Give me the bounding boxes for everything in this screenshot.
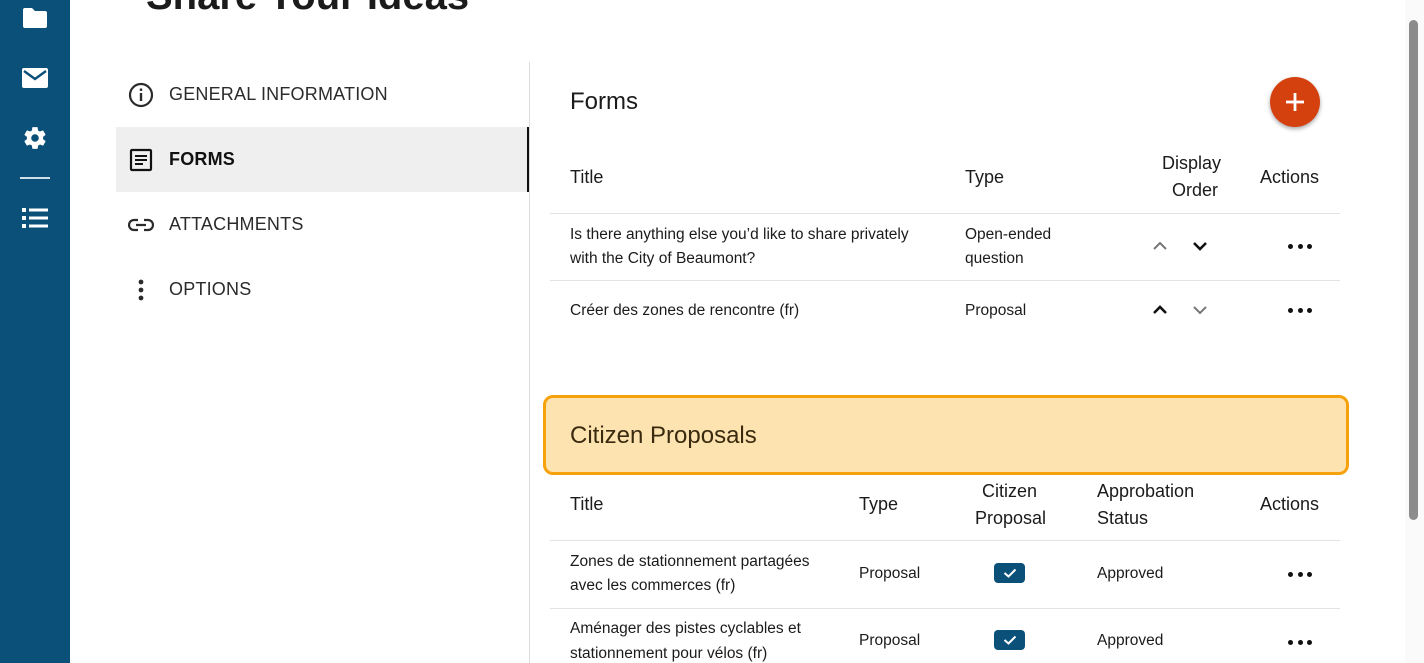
scrollbar-thumb[interactable]	[1409, 20, 1418, 520]
cp-col-status-2: Status	[1097, 508, 1149, 528]
forms-col-type: Type	[965, 167, 1005, 187]
cp-row-title-line2: stationnement pour vélos (fr)	[570, 645, 768, 662]
page-title: Share Your Ideas	[146, 0, 469, 19]
cp-row-title-line1: Aménager des pistes cyclables et	[570, 620, 801, 637]
row-actions-button[interactable]	[1288, 305, 1312, 315]
form-row-title-line1: Créer des zones de rencontre (fr)	[570, 302, 800, 319]
cp-col-status-1: Approbation	[1097, 481, 1195, 501]
chevron-down-icon	[1193, 242, 1207, 251]
menu-item-forms[interactable]: FORMS	[116, 127, 530, 192]
add-form-button[interactable]	[1270, 77, 1320, 127]
cp-row-title-line2: avec les commerces (fr)	[570, 577, 736, 594]
menu-item-general-information[interactable]: GENERAL INFORMATION	[116, 62, 530, 127]
citizen-proposals-title: Citizen Proposals	[570, 422, 757, 449]
cp-row-type: Proposal	[859, 632, 921, 649]
forms-header-divider	[550, 213, 1340, 214]
cp-row-title-line1: Zones de stationnement partagées	[570, 553, 810, 570]
cp-col-actions: Actions	[1260, 494, 1320, 514]
forms-col-order-1: Display	[1162, 153, 1222, 173]
cp-row-type: Proposal	[859, 565, 921, 582]
panel-divider	[529, 62, 530, 663]
chevron-up-icon	[1153, 305, 1167, 314]
forms-col-order-2: Order	[1172, 180, 1219, 200]
check-icon	[1003, 568, 1016, 578]
cp-row-status: Approved	[1097, 632, 1164, 649]
move-down-button[interactable]	[1191, 237, 1209, 255]
nav-rail	[0, 0, 70, 663]
form-row-type-line1: Proposal	[965, 302, 1027, 319]
chevron-down-icon	[1193, 306, 1207, 315]
info-icon	[128, 82, 154, 108]
menu-item-options[interactable]: OPTIONS	[116, 257, 530, 322]
forms-col-actions: Actions	[1260, 167, 1320, 187]
cp-header-divider	[550, 540, 1340, 541]
citizen-proposals-header: Citizen Proposals	[543, 395, 1349, 475]
menu-item-label: OPTIONS	[169, 279, 252, 299]
cp-col-citizen-1: Citizen	[982, 481, 1038, 501]
folder-icon[interactable]	[21, 4, 49, 32]
cp-col-title: Title	[570, 494, 604, 514]
citizen-proposal-checkbox[interactable]	[994, 630, 1025, 650]
forms-col-title: Title	[570, 167, 604, 187]
move-up-button[interactable]	[1151, 301, 1169, 319]
form-icon	[128, 147, 154, 173]
mail-icon[interactable]	[21, 64, 49, 92]
more-vertical-icon	[128, 277, 154, 303]
menu-item-label: ATTACHMENTS	[169, 214, 304, 234]
link-icon	[128, 212, 154, 238]
chevron-up-icon	[1153, 241, 1167, 250]
menu-item-label: GENERAL INFORMATION	[169, 84, 388, 104]
form-row-type-line2: question	[965, 250, 1024, 267]
rail-divider	[20, 177, 50, 179]
row-actions-button[interactable]	[1288, 637, 1312, 647]
list-icon[interactable]	[21, 204, 49, 232]
cp-col-type: Type	[859, 494, 899, 514]
form-row-title-line1: Is there anything else you’d like to sha…	[570, 226, 909, 243]
row-actions-button[interactable]	[1288, 569, 1312, 579]
move-up-button[interactable]	[1151, 237, 1169, 255]
menu-item-label: FORMS	[169, 149, 235, 169]
side-menu: GENERAL INFORMATION FORMS ATTACHMENTS OP…	[116, 62, 530, 322]
row-divider	[550, 280, 1340, 281]
cp-row-status: Approved	[1097, 565, 1164, 582]
plus-icon	[1286, 93, 1304, 111]
form-row-title-line2: with the City of Beaumont?	[570, 250, 756, 267]
row-divider	[550, 608, 1340, 609]
forms-title: Forms	[570, 88, 638, 115]
cp-col-citizen-2: Proposal	[975, 508, 1047, 528]
menu-item-attachments[interactable]: ATTACHMENTS	[116, 192, 530, 257]
citizen-proposal-checkbox[interactable]	[994, 563, 1025, 583]
row-actions-button[interactable]	[1288, 241, 1312, 251]
check-icon	[1003, 635, 1016, 645]
gear-icon[interactable]	[21, 124, 49, 152]
move-down-button[interactable]	[1191, 301, 1209, 319]
form-row-type-line1: Open-ended	[965, 226, 1052, 243]
